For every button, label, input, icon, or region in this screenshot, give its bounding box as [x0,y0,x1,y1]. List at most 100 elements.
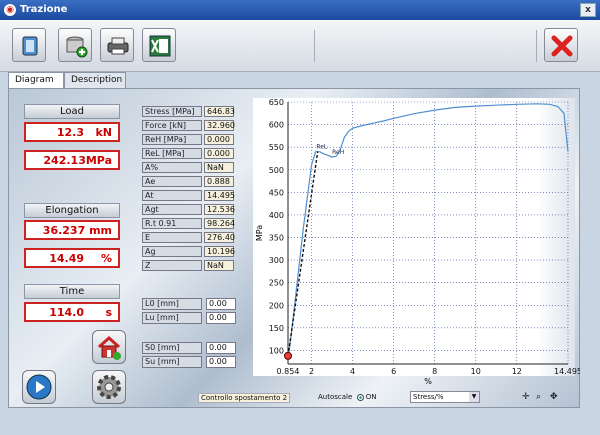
x-tick-label: 8 [432,367,437,376]
y-tick-label: 650 [269,98,284,107]
settings-button[interactable] [92,370,126,404]
x-tick-label: 14.495 [554,367,580,376]
specimen-inputs: L0 [mm] 0.00 Lu [mm] 0.00 S0 [mm] 0.00 Su [mm]… [142,298,236,368]
param-label: Force [kN] [142,120,202,131]
elastic-fit-line [287,151,319,356]
param-value: 276.40 [204,232,235,243]
zoom-icon[interactable]: ⌕ [536,392,541,402]
plot-tools: ✛ ⌕ ✥ [522,392,564,404]
y-tick-label: 500 [269,166,284,175]
input-field[interactable]: 0.00 [206,342,236,354]
y-tick-label: 100 [269,346,284,355]
exit-button[interactable] [544,28,578,62]
y-tick-label: 600 [269,121,284,130]
load-section-title: Load [24,104,120,119]
elongation-pct-unit: % [100,252,112,265]
autoscale-label: Autoscale [318,393,353,401]
excel-icon [149,35,171,57]
x-tick-label: 10 [471,367,481,376]
stress-strain-chart: 0.854 2 4 6 8 10 12 14.495 100 150 200 250 300 350 400… [255,98,580,386]
radio-on-icon [356,393,364,401]
elongation-pct-display: 14.49 % [24,248,120,268]
param-label: Z [142,260,202,271]
print-button[interactable] [100,28,134,62]
toolbar-separator [314,30,315,62]
plot-type-value: Stress/% [413,393,444,401]
home-button[interactable] [92,330,126,364]
start-marker [284,351,292,360]
title-bar: ◉ Trazione x [0,0,600,20]
toolbar [0,20,600,72]
gear-icon [97,375,121,399]
input-label: S0 [mm] [142,342,202,354]
load-stress-display: 242.13MPa [24,150,120,170]
time-section-title: Time [24,284,120,299]
y-tick-label: 300 [269,256,284,265]
param-label: At [142,190,202,201]
time-unit: s [105,306,112,319]
open-file-button[interactable] [12,28,46,62]
result-parameters: Stress [MPa] 646.83 Force [kN] 32.960 ReH [M… [142,106,236,276]
point-annotation: ReL [316,144,328,151]
start-button[interactable] [22,370,56,404]
crosshair-icon[interactable]: ✛ [522,392,530,402]
param-value: 0.888 [204,176,234,187]
y-axis-label: MPa [255,225,264,241]
load-force-value: 12.3 [56,126,84,139]
export-excel-button[interactable] [142,28,176,62]
y-tick-label: 350 [269,234,284,243]
param-value: 32.960 [204,120,235,131]
param-value: NaN [204,162,234,173]
param-value: 10.196 [204,246,235,257]
param-value: 646.83 [204,106,235,117]
window-title: Trazione [20,4,68,15]
param-label: ReH [MPa] [142,134,202,145]
home-icon [97,335,121,360]
input-label: Lu [mm] [142,312,202,324]
time-value: 114.0 [49,306,84,319]
x-tick-label: 12 [512,367,522,376]
toolbar-separator [536,30,537,62]
x-tick-label: 6 [391,367,396,376]
param-label: Agt [142,204,202,215]
param-label: A% [142,162,202,173]
elongation-section-title: Elongation [24,203,120,218]
time-display: 114.0 s [24,302,120,322]
input-field[interactable]: 0.00 [206,298,236,310]
elongation-mm-display: 36.237 mm [24,220,120,240]
autoscale-toggle[interactable]: Autoscale ON [318,393,377,401]
param-label: R.t 0.91 [142,218,202,229]
app-logo-icon: ◉ [4,4,16,16]
input-label: Su [mm] [142,356,202,368]
input-field[interactable]: 0.00 [206,356,236,368]
param-value: 98.264 [204,218,235,229]
pan-icon[interactable]: ✥ [550,392,558,402]
point-annotation: ReH [332,149,344,156]
load-force-unit: kN [95,126,112,139]
x-tick-label: 4 [350,367,355,376]
param-value: 14.495 [204,190,235,201]
param-label: Ag [142,246,202,257]
x-tick-label: 2 [309,367,314,376]
play-icon [26,374,52,400]
chevron-down-icon: ▼ [469,392,479,402]
window-close-button[interactable]: x [580,3,596,17]
close-icon [551,35,573,57]
param-value: 12.536 [204,204,235,215]
open-icon [22,36,38,56]
elongation-pct-value: 14.49 [49,252,84,265]
autoscale-state: ON [365,393,377,401]
tab-diagram[interactable]: Diagram [8,72,64,88]
load-stress-value: 242.13MPa [43,154,112,167]
param-label: ReL [MPa] [142,148,202,159]
plot-type-select[interactable]: Stress/% ▼ [410,391,480,403]
param-label: Stress [MPa] [142,106,202,117]
database-add-button[interactable] [58,28,92,62]
y-tick-label: 250 [269,279,284,288]
y-tick-label: 450 [269,188,284,197]
param-value: 0.000 [204,148,234,159]
tab-description[interactable]: Description [64,72,126,88]
y-tick-label: 400 [269,211,284,220]
input-field[interactable]: 0.00 [206,312,236,324]
param-label: Ae [142,176,202,187]
